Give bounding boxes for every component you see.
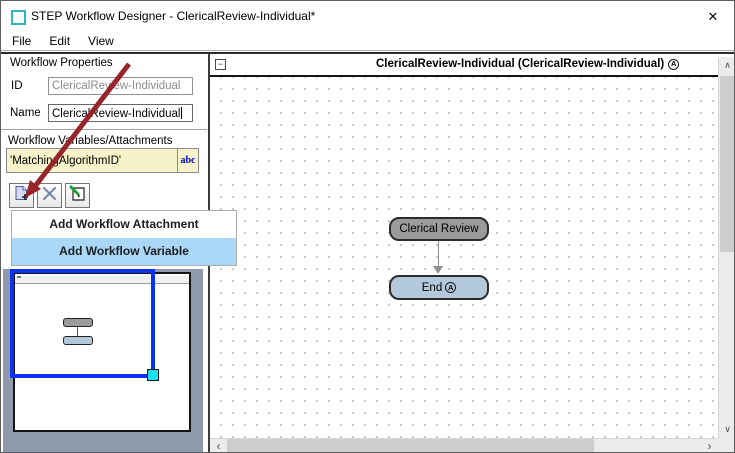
add-document-icon bbox=[13, 185, 30, 207]
horizontal-scroll-track bbox=[594, 439, 701, 453]
id-field: ClericalReview-Individual bbox=[48, 77, 193, 95]
separator-line-dark bbox=[1, 52, 735, 54]
state-circle-icon: A bbox=[668, 59, 679, 70]
canvas-title: ClericalReview-Individual (ClericalRevie… bbox=[376, 58, 679, 70]
overview-minimap bbox=[3, 269, 203, 452]
workflow-variables-title: Workflow Variables/Attachments bbox=[8, 135, 172, 147]
minimap-resize-handle[interactable] bbox=[147, 369, 159, 381]
variable-row[interactable]: 'MatchingAlgorithmID' abc bbox=[6, 148, 199, 173]
scrollbar-corner bbox=[718, 438, 735, 453]
node-clerical-review[interactable]: Clerical Review bbox=[389, 217, 489, 241]
scroll-left-icon[interactable]: ‹ bbox=[210, 439, 227, 453]
name-label: Name bbox=[10, 107, 41, 119]
app-window: STEP Workflow Designer - ClericalReview-… bbox=[0, 0, 735, 453]
menu-item-add-workflow-attachment[interactable]: Add Workflow Attachment bbox=[12, 211, 236, 238]
window-title: STEP Workflow Designer - ClericalReview-… bbox=[31, 9, 315, 23]
edit-variable-button[interactable] bbox=[65, 183, 90, 208]
horizontal-scroll-thumb[interactable] bbox=[227, 439, 594, 453]
close-button[interactable]: ✕ bbox=[698, 5, 728, 28]
delete-x-icon bbox=[42, 186, 57, 206]
horizontal-scrollbar[interactable]: ‹ › bbox=[210, 438, 718, 453]
variable-name: 'MatchingAlgorithmID' bbox=[7, 155, 177, 167]
scroll-up-icon[interactable]: ∧ bbox=[719, 57, 735, 74]
workflow-properties-title: Workflow Properties bbox=[10, 57, 113, 69]
state-circle-icon: A bbox=[445, 282, 456, 293]
vertical-scroll-thumb[interactable] bbox=[720, 76, 735, 252]
vertical-scrollbar[interactable]: ∧ ∨ bbox=[718, 57, 735, 438]
delete-variable-button[interactable] bbox=[37, 183, 62, 208]
close-icon: ✕ bbox=[708, 9, 719, 25]
node-end[interactable]: End A bbox=[389, 275, 489, 300]
collapse-button[interactable]: − bbox=[215, 59, 226, 70]
edge-clerical-to-end bbox=[438, 241, 439, 267]
text-caret bbox=[181, 107, 182, 119]
edge-arrowhead-icon bbox=[433, 266, 443, 274]
scroll-right-icon[interactable]: › bbox=[701, 439, 718, 453]
minus-icon: − bbox=[218, 59, 223, 69]
separator-line bbox=[1, 50, 735, 51]
scroll-down-icon[interactable]: ∨ bbox=[719, 421, 735, 438]
menu-file[interactable]: File bbox=[3, 33, 40, 51]
menu-view[interactable]: View bbox=[79, 33, 123, 51]
variable-type-badge[interactable]: abc bbox=[177, 149, 198, 172]
add-variable-button[interactable] bbox=[9, 183, 34, 208]
name-field[interactable]: ClericalReview-Individual bbox=[48, 104, 193, 122]
workflow-canvas[interactable] bbox=[210, 77, 718, 438]
minimap-viewport-rect[interactable] bbox=[10, 269, 155, 378]
app-icon bbox=[11, 10, 26, 25]
id-label: ID bbox=[11, 80, 23, 92]
menu-edit[interactable]: Edit bbox=[40, 33, 79, 51]
menu-item-add-workflow-variable[interactable]: Add Workflow Variable bbox=[12, 238, 236, 265]
panel-separator bbox=[1, 129, 207, 130]
context-menu: Add Workflow Attachment Add Workflow Var… bbox=[11, 210, 237, 266]
edit-pencil-icon bbox=[69, 185, 86, 207]
menu-bar: File Edit View bbox=[3, 33, 123, 51]
canvas-header: − ClericalReview-Individual (ClericalRev… bbox=[210, 55, 718, 77]
